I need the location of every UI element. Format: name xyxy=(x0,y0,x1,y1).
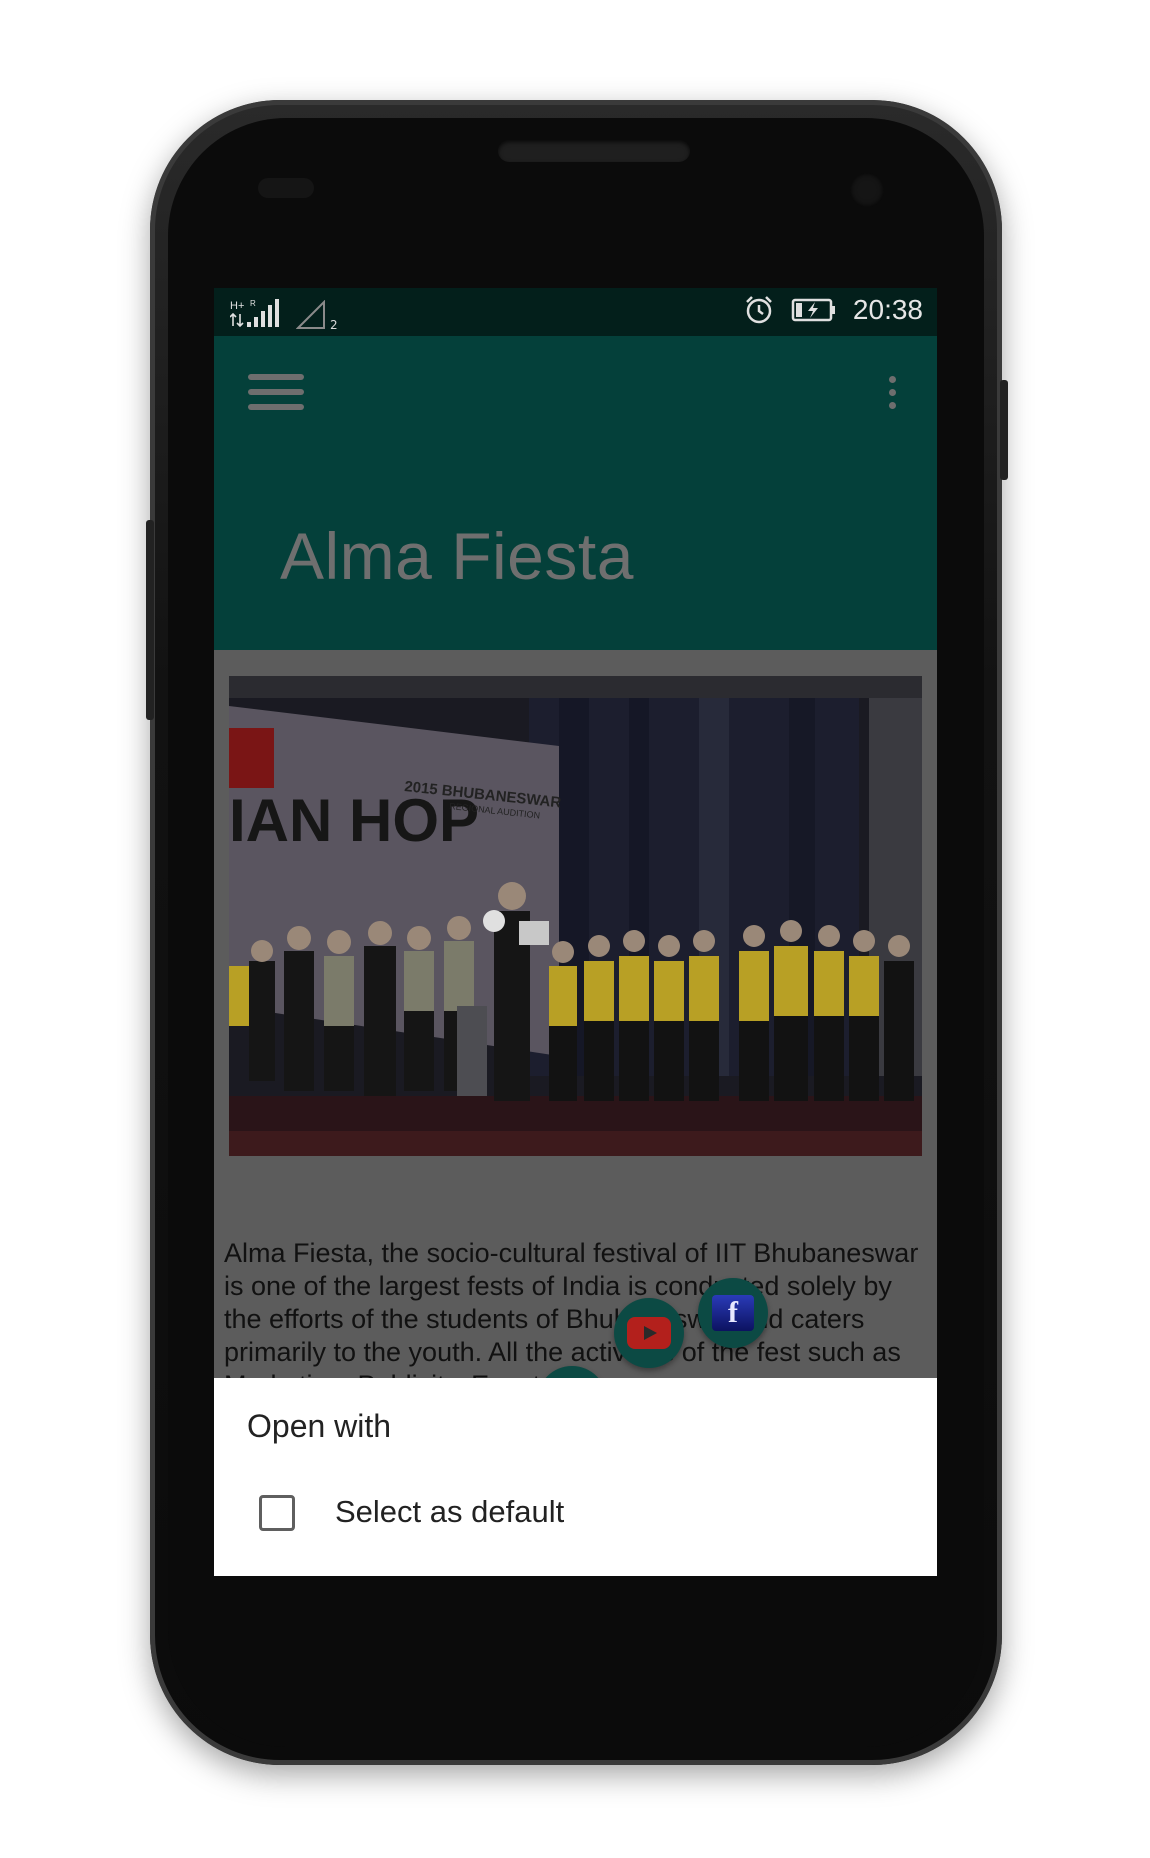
event-photo: IAN HOP 2015 BHUBANESWAR REGIONAL AUDITI… xyxy=(229,676,922,1156)
screen-bottom-bezel xyxy=(214,1576,937,1586)
alarm-icon xyxy=(746,296,772,324)
open-with-sheet: Open with Select as default xyxy=(214,1378,937,1576)
power-button xyxy=(1000,380,1008,480)
facebook-icon: f xyxy=(712,1295,754,1331)
roaming-label: R xyxy=(250,299,256,308)
facebook-button[interactable]: f xyxy=(698,1278,768,1348)
more-vert-icon[interactable] xyxy=(887,376,897,416)
signal-empty-icon xyxy=(296,300,325,329)
status-bar: H+ R 2 20:38 xyxy=(214,288,937,336)
status-left: H+ R 2 xyxy=(230,298,338,332)
front-camera xyxy=(850,173,884,207)
app-bar: Alma Fiesta xyxy=(214,336,937,650)
youtube-button[interactable] xyxy=(614,1298,684,1368)
default-checkbox[interactable] xyxy=(259,1495,295,1531)
page-title: Alma Fiesta xyxy=(280,519,634,593)
hamburger-menu-icon[interactable] xyxy=(248,374,304,420)
earpiece-speaker xyxy=(498,140,690,162)
youtube-icon xyxy=(627,1317,671,1349)
status-right: 20:38 xyxy=(743,294,923,326)
volume-button xyxy=(146,520,154,720)
network-type-label: H+ xyxy=(230,300,244,312)
default-checkbox-label[interactable]: Select as default xyxy=(335,1494,564,1530)
sim2-label: 2 xyxy=(330,318,338,332)
phone-screen: H+ R 2 20:38 Alma Fiesta IAN HOP 2015 BH… xyxy=(214,288,937,1576)
stage-illustration: IAN HOP 2015 BHUBANESWAR REGIONAL AUDITI… xyxy=(229,676,922,1156)
facebook-label: f xyxy=(728,1296,738,1329)
sheet-title: Open with xyxy=(247,1408,392,1444)
clock: 20:38 xyxy=(852,294,923,325)
proximity-sensor xyxy=(258,178,314,198)
battery-charging-icon xyxy=(791,298,835,322)
signal-icon: H+ R xyxy=(230,299,279,328)
